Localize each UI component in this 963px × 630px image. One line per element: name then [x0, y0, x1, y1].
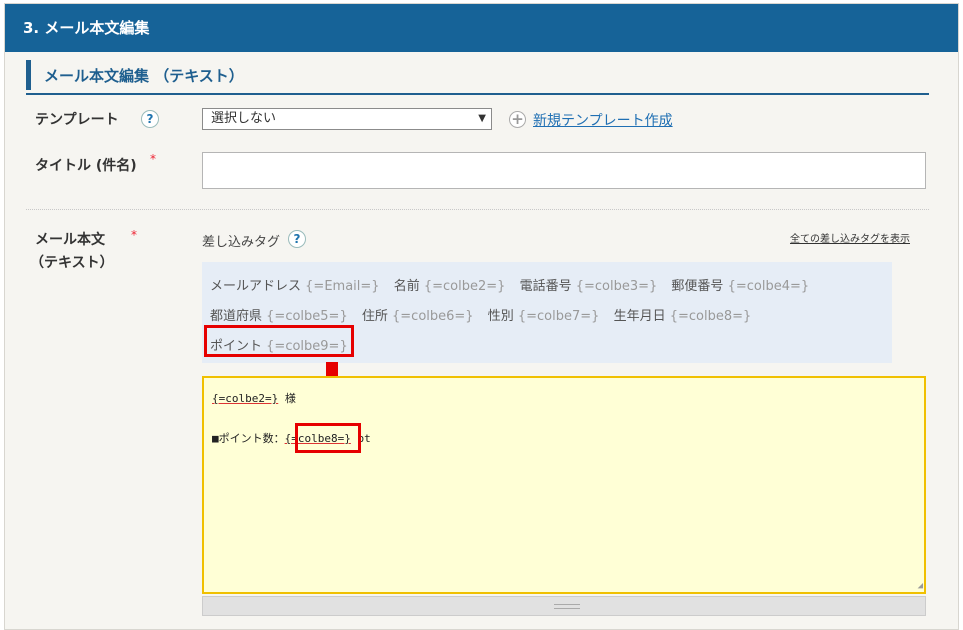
tag-item[interactable]: 生年月日 {=colbe8=}	[614, 305, 752, 324]
tag-item[interactable]: 都道府県 {=colbe5=}	[210, 305, 348, 324]
subsection-title: メール本文編集 （テキスト）	[44, 67, 244, 85]
editor-highlight-box	[295, 423, 361, 453]
dropdown-arrow-icon: ▼	[478, 113, 486, 124]
tag-item[interactable]: 電話番号 {=colbe3=}	[520, 275, 658, 294]
template-help-icon[interactable]: ?	[141, 110, 159, 128]
new-template-link[interactable]: 新規テンプレート作成	[533, 110, 673, 130]
title-input[interactable]	[202, 152, 926, 189]
subsection-accent-bar	[26, 60, 31, 90]
template-label: テンプレート	[35, 112, 119, 128]
tag-row: メールアドレス {=Email=} 名前 {=colbe2=} 電話番号 {=c…	[210, 275, 819, 294]
body-editor[interactable]: {=colbe2=} 様 ■ポイント数：{=colbe8=} pt ◢	[202, 376, 926, 594]
tag-item[interactable]: 性別 {=colbe7=}	[488, 305, 600, 324]
tag-item[interactable]: 郵便番号 {=colbe4=}	[671, 275, 809, 294]
show-all-tags-link[interactable]: 全ての差し込みタグを表示	[790, 230, 910, 245]
template-select-value: 選択しない	[211, 111, 277, 126]
body-label-sub: （テキスト）	[30, 255, 114, 271]
subsection-header: メール本文編集 （テキスト）	[26, 57, 929, 95]
editor-line: {=colbe2=} 様	[212, 392, 296, 405]
title-label: タイトル (件名)	[35, 158, 137, 174]
body-label: メール本文	[35, 232, 105, 248]
insert-tags-caption: 差し込みタグ	[202, 235, 281, 250]
tag-highlight-box	[204, 325, 354, 357]
tag-row: 都道府県 {=colbe5=} 住所 {=colbe6=} 性別 {=colbe…	[210, 305, 761, 324]
tag-item[interactable]: 名前 {=colbe2=}	[394, 275, 506, 294]
tag-item[interactable]: メールアドレス {=Email=}	[210, 275, 380, 294]
plus-icon[interactable]: +	[509, 111, 526, 128]
divider	[26, 209, 929, 210]
body-required-mark: *	[131, 228, 137, 242]
title-required-mark: *	[150, 152, 156, 166]
resize-grip-icon[interactable]: ◢	[918, 581, 923, 591]
section-header: 3. メール本文編集	[5, 4, 958, 52]
insert-tags-help-icon[interactable]: ?	[288, 230, 306, 248]
tag-item[interactable]: 住所 {=colbe6=}	[362, 305, 474, 324]
template-select[interactable]: 選択しない ▼	[202, 108, 492, 130]
grip-lines-icon	[554, 604, 580, 609]
editor-resize-bar[interactable]	[202, 596, 926, 616]
